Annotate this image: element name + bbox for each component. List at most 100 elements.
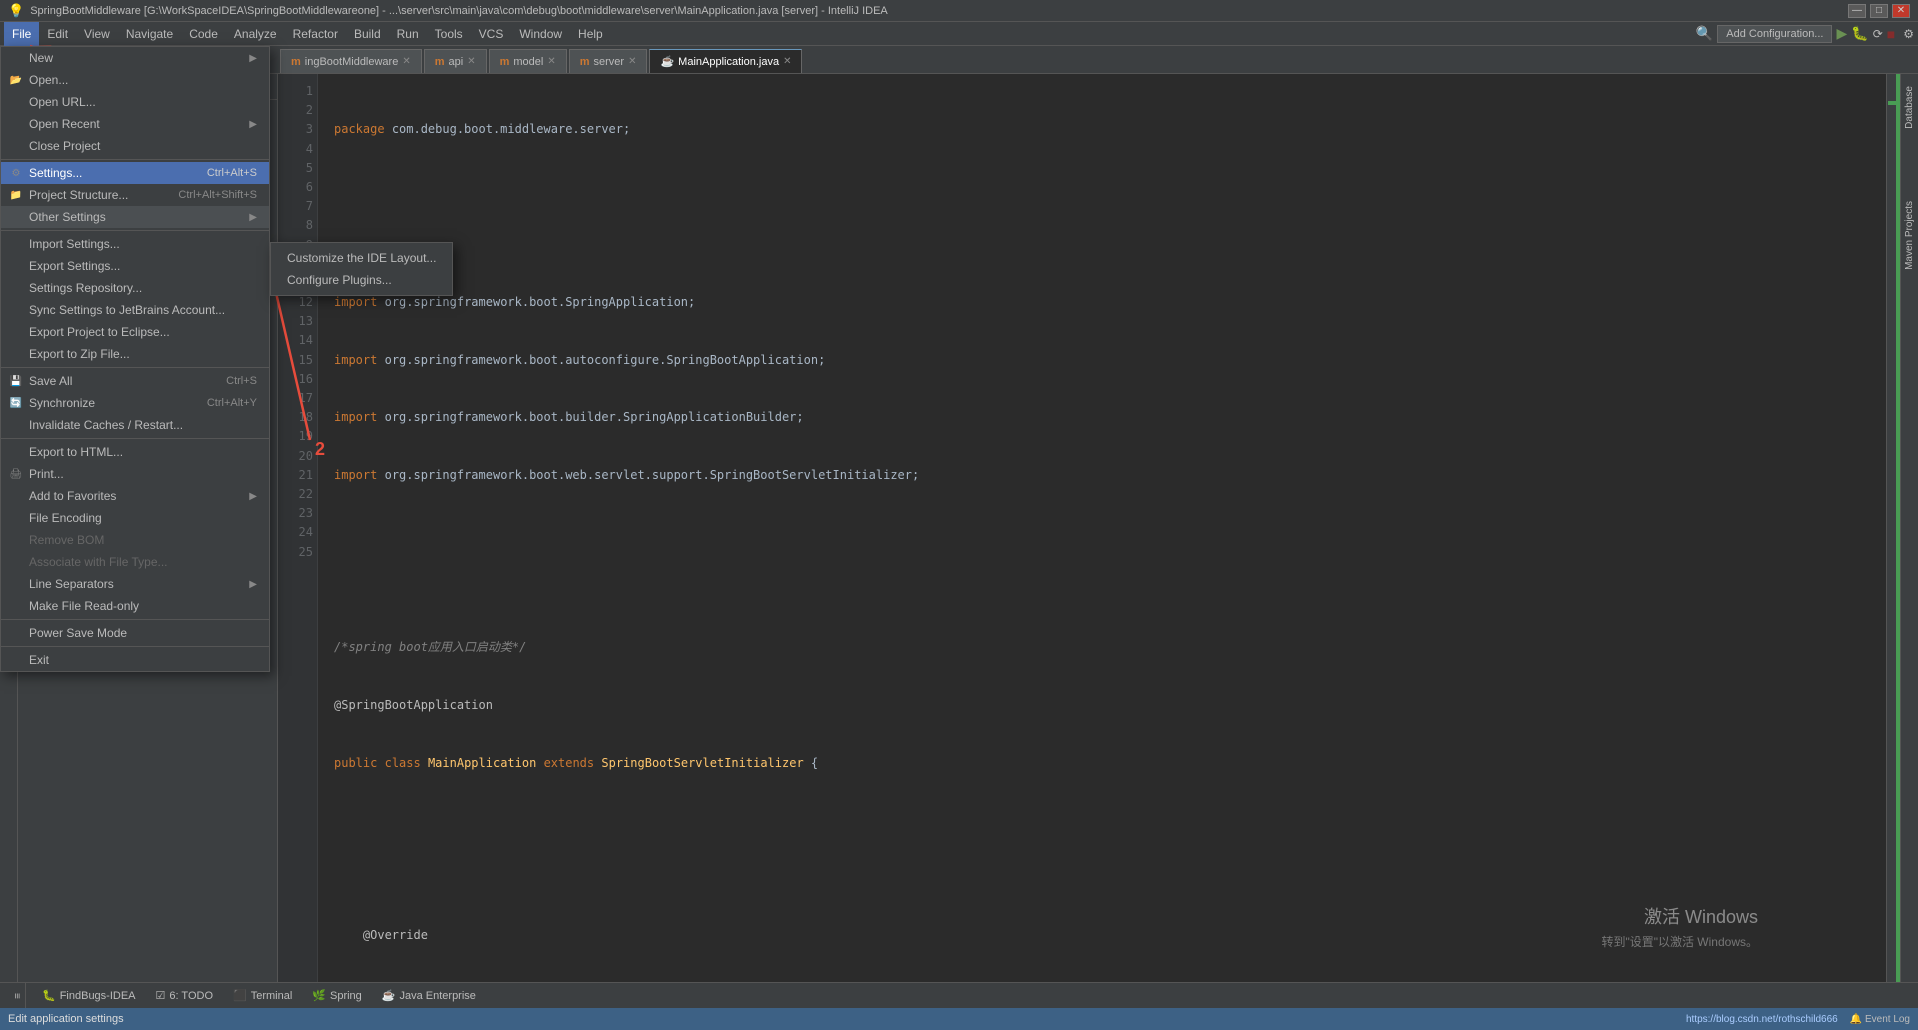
arrow-icon-recent: ▶	[249, 119, 257, 130]
findbugs-icon: 🐛	[42, 989, 56, 1002]
tab-icon-1: m	[435, 56, 445, 68]
recent-icon	[9, 117, 23, 131]
tab-close-2[interactable]: ✕	[547, 56, 555, 67]
settings-icon[interactable]: ⚙	[1903, 27, 1914, 41]
search-icon[interactable]: 🔍	[1696, 25, 1713, 42]
menu-synchronize[interactable]: 🔄 Synchronize Ctrl+Alt+Y	[1, 392, 269, 414]
menu-analyze[interactable]: Analyze	[226, 22, 285, 46]
divider-1	[1, 159, 269, 160]
run-config-button[interactable]: ⟳	[1873, 27, 1883, 41]
submenu-configure-plugins[interactable]: Configure Plugins...	[271, 269, 452, 291]
menu-bar: File Edit View Navigate Code Analyze Ref…	[0, 22, 1918, 46]
close-project-icon	[9, 139, 23, 153]
code-line-10: /*spring boot应用入口启动类*/	[334, 638, 1870, 657]
menu-print[interactable]: 🖨 Print...	[1, 463, 269, 485]
menu-readonly[interactable]: Make File Read-only	[1, 595, 269, 617]
tab-icon-0: m	[291, 56, 301, 68]
menu-save-all[interactable]: 💾 Save All Ctrl+S	[1, 370, 269, 392]
bottom-tab-findbugs[interactable]: 🐛 FindBugs-IDEA	[34, 987, 144, 1004]
code-editor[interactable]: package com.debug.boot.middleware.server…	[318, 74, 1886, 982]
run-button[interactable]: ▶	[1836, 25, 1847, 42]
structure-tab-icon[interactable]: ≡	[11, 993, 22, 999]
code-line-3	[334, 236, 1870, 255]
menu-new[interactable]: New ▶	[1, 47, 269, 69]
tab-close-0[interactable]: ✕	[402, 56, 410, 67]
debug-button[interactable]: 🐛	[1851, 25, 1868, 42]
filetype-icon	[9, 555, 23, 569]
maximize-button[interactable]: □	[1870, 4, 1888, 18]
menu-build[interactable]: Build	[346, 22, 389, 46]
arrow-linesep: ▶	[249, 579, 257, 590]
menu-settings-repository[interactable]: Settings Repository...	[1, 277, 269, 299]
app-logo: 💡	[8, 3, 24, 19]
tab-close-4[interactable]: ✕	[783, 56, 791, 67]
bottom-tab-todo[interactable]: ☑ 6: TODO	[148, 987, 221, 1004]
database-tab[interactable]: Database	[1902, 82, 1917, 133]
stop-button[interactable]: ■	[1887, 26, 1895, 42]
menu-refactor[interactable]: Refactor	[285, 22, 346, 46]
menu-file[interactable]: File	[4, 22, 39, 46]
menu-sync-settings[interactable]: Sync Settings to JetBrains Account...	[1, 299, 269, 321]
menu-open-recent[interactable]: Open Recent ▶	[1, 113, 269, 135]
menu-tools[interactable]: Tools	[427, 22, 471, 46]
tab-label-4: MainApplication.java	[678, 56, 779, 68]
encoding-icon	[9, 511, 23, 525]
linesep-icon	[9, 577, 23, 591]
minimize-button[interactable]: —	[1848, 4, 1866, 18]
menu-export-zip[interactable]: Export to Zip File...	[1, 343, 269, 365]
menu-close-project[interactable]: Close Project	[1, 135, 269, 157]
bottom-tab-java-enterprise[interactable]: ☕ Java Enterprise	[374, 987, 484, 1004]
right-gutter	[1886, 74, 1900, 982]
favorites-icon	[9, 489, 23, 503]
tab-springboot-middleware[interactable]: m ingBootMiddleware ✕	[280, 49, 422, 73]
maven-tab[interactable]: Maven Projects	[1902, 197, 1917, 274]
code-line-9	[334, 581, 1870, 600]
menu-export-settings[interactable]: Export Settings...	[1, 255, 269, 277]
add-configuration-button[interactable]: Add Configuration...	[1717, 25, 1832, 43]
menu-power-save[interactable]: Power Save Mode	[1, 622, 269, 644]
code-line-13	[334, 811, 1870, 830]
menu-open[interactable]: 📂 Open...	[1, 69, 269, 91]
ok-indicator	[1896, 74, 1900, 982]
menu-file-encoding[interactable]: File Encoding	[1, 507, 269, 529]
menu-exit[interactable]: Exit	[1, 649, 269, 671]
close-button[interactable]: ✕	[1892, 4, 1910, 18]
status-event-log[interactable]: 🔔 Event Log	[1850, 1014, 1910, 1025]
tab-close-3[interactable]: ✕	[628, 56, 636, 67]
menu-line-separators[interactable]: Line Separators ▶	[1, 573, 269, 595]
line-numbers: 1 2 3 4 5 6 7 8 9 10 11 12 13 14 15 16 1…	[278, 74, 318, 982]
menu-help[interactable]: Help	[570, 22, 611, 46]
tab-api[interactable]: m api ✕	[424, 49, 487, 73]
tab-close-1[interactable]: ✕	[467, 56, 475, 67]
bottom-tab-terminal[interactable]: ⬛ Terminal	[225, 987, 300, 1004]
menu-window[interactable]: Window	[511, 22, 570, 46]
editor-area: 1 2 3 4 5 6 7 8 9 10 11 12 13 14 15 16 1…	[278, 74, 1918, 982]
tab-main-application[interactable]: ☕ MainApplication.java ✕	[649, 49, 802, 73]
edit-app-settings[interactable]: Edit application settings	[8, 1013, 124, 1025]
menu-vcs[interactable]: VCS	[471, 22, 512, 46]
menu-view[interactable]: View	[76, 22, 118, 46]
menu-export-html[interactable]: Export to HTML...	[1, 441, 269, 463]
tab-icon-3: m	[580, 56, 590, 68]
bottom-tab-spring[interactable]: 🌿 Spring	[304, 987, 370, 1004]
menu-code[interactable]: Code	[181, 22, 226, 46]
code-line-1: package com.debug.boot.middleware.server…	[334, 120, 1870, 139]
menu-navigate[interactable]: Navigate	[118, 22, 181, 46]
menu-run[interactable]: Run	[389, 22, 427, 46]
menu-settings[interactable]: ⚙ Settings... Ctrl+Alt+S	[1, 162, 269, 184]
menu-add-favorites[interactable]: Add to Favorites ▶	[1, 485, 269, 507]
menu-export-eclipse[interactable]: Export Project to Eclipse...	[1, 321, 269, 343]
tab-icon-2: m	[500, 56, 510, 68]
menu-edit[interactable]: Edit	[39, 22, 76, 46]
menu-import-settings[interactable]: Import Settings...	[1, 233, 269, 255]
status-right: https://blog.csdn.net/rothschild666 🔔 Ev…	[1686, 1014, 1910, 1025]
tab-server[interactable]: m server ✕	[569, 49, 648, 73]
menu-other-settings[interactable]: Other Settings ▶	[1, 206, 269, 228]
menu-open-url[interactable]: Open URL...	[1, 91, 269, 113]
menu-project-structure[interactable]: 📁 Project Structure... Ctrl+Alt+Shift+S	[1, 184, 269, 206]
tab-model[interactable]: m model ✕	[489, 49, 567, 73]
menu-invalidate-caches[interactable]: Invalidate Caches / Restart...	[1, 414, 269, 436]
spring-icon: 🌿	[312, 989, 326, 1002]
ok-marker-1	[1888, 101, 1900, 105]
submenu-customize-ide[interactable]: Customize the IDE Layout...	[271, 247, 452, 269]
